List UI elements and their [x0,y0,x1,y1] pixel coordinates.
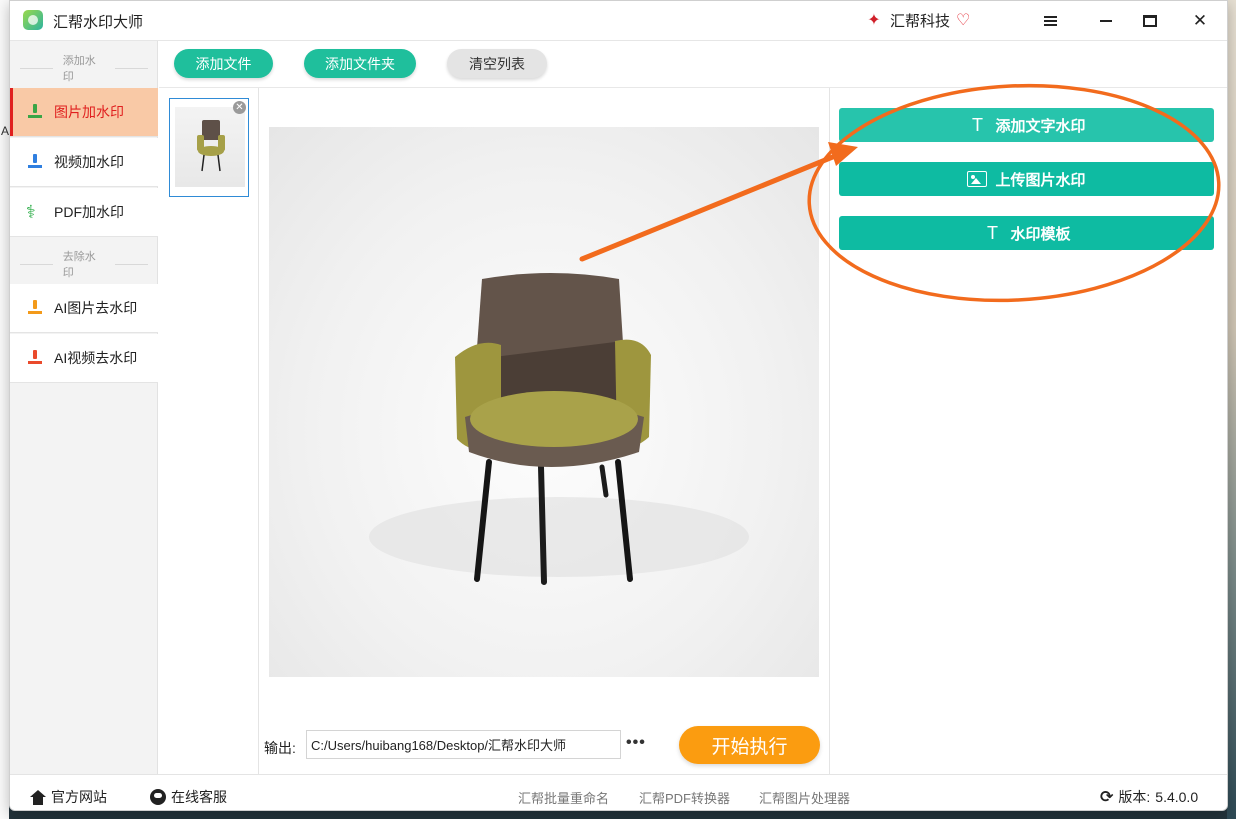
desktop-glyph: A [1,124,10,138]
output-path-input[interactable] [306,730,621,759]
sidebar-item-video-watermark[interactable]: 视频加水印 [10,138,158,187]
online-support-link[interactable]: 在线客服 [150,787,227,807]
brand-logo-icon: ✦ [867,11,881,29]
file-thumbnail[interactable]: ✕ [169,98,249,197]
maximize-icon [1143,15,1157,27]
official-website-label: 官方网站 [51,789,107,805]
brand[interactable]: ✦ 汇帮科技 ♡ [864,10,974,31]
sidebar-section-remove: 去除水印 [10,251,158,279]
sidebar-item-pdf-watermark[interactable]: ⚕ PDF加水印 [10,188,158,237]
start-button[interactable]: 开始执行 [679,726,820,764]
image-icon [967,171,988,187]
brand-name: 汇帮科技 [890,13,951,30]
sidebar: 添加水印 图片加水印 视频加水印 ⚕ PDF加水印 去除水印 AI图片去水印 A… [10,41,158,774]
clear-list-button[interactable]: 清空列表 [447,49,547,78]
hamburger-icon [1043,16,1057,26]
app-title: 汇帮水印大师 [53,14,144,31]
sidebar-item-ai-video-remove[interactable]: AI视频去水印 [10,334,158,383]
link-image-processor[interactable]: 汇帮图片处理器 [759,788,850,807]
sidebar-item-ai-image-remove[interactable]: AI图片去水印 [10,284,158,333]
add-text-watermark-button[interactable]: T 添加文字水印 [839,108,1214,142]
version-info[interactable]: ⟳ 版本: 5.4.0.0 [1100,787,1198,807]
output-label: 输出: [264,740,296,756]
add-folder-button[interactable]: 添加文件夹 [304,49,416,78]
minimize-button[interactable] [1084,6,1128,36]
close-icon: ✕ [1192,11,1208,30]
minimize-icon [1100,20,1112,22]
image-preview [269,127,819,677]
watermark-template-button[interactable]: T 水印模板 [839,216,1214,250]
add-file-button[interactable]: 添加文件 [174,49,273,78]
maximize-button[interactable] [1128,6,1172,36]
thumbnail-image [175,107,245,187]
sidebar-item-label: PDF加水印 [54,204,124,220]
text-icon: T [986,223,998,243]
upload-icon [26,153,44,171]
desktop-left-strip: A [0,0,9,819]
sidebar-item-label: 图片加水印 [54,104,124,120]
upload-image-watermark-label: 上传图片水印 [995,171,1086,189]
toolbar-divider [159,87,1227,88]
add-text-watermark-label: 添加文字水印 [995,117,1086,135]
sidebar-item-image-watermark[interactable]: 图片加水印 [10,88,158,137]
upload-icon [26,103,44,121]
upload-icon [26,299,44,317]
link-batch-rename[interactable]: 汇帮批量重命名 [518,788,609,807]
file-list: ✕ [159,88,259,774]
support-agent-icon [150,789,166,805]
official-website-link[interactable]: 官方网站 [30,787,107,807]
status-bar: 官方网站 在线客服 汇帮批量重命名 汇帮PDF转换器 汇帮图片处理器 ⟳ 版本:… [10,774,1227,810]
pdf-icon: ⚕ [26,202,36,222]
menu-button[interactable] [1028,6,1072,36]
title-bar: 汇帮水印大师 ✦ 汇帮科技 ♡ ✕ [10,1,1227,41]
version-label: 版本: [1118,789,1151,805]
online-support-label: 在线客服 [171,789,227,805]
upload-icon [26,349,44,367]
sidebar-item-label: AI图片去水印 [54,300,138,316]
link-pdf-converter[interactable]: 汇帮PDF转换器 [639,788,730,807]
app-window: 汇帮水印大师 ✦ 汇帮科技 ♡ ✕ 添加水印 图片加水印 视频加水印 ⚕ PDF… [9,0,1228,811]
home-icon [30,789,46,805]
sidebar-section-add: 添加水印 [10,55,158,83]
close-button[interactable]: ✕ [1178,6,1222,36]
text-add-icon: T [971,115,983,135]
upload-image-watermark-button[interactable]: 上传图片水印 [839,162,1214,196]
desktop-right-strip [1227,0,1236,819]
refresh-icon: ⟳ [1100,789,1114,806]
sidebar-item-label: AI视频去水印 [54,350,138,366]
browse-output-button[interactable]: ••• [626,734,646,752]
heart-icon: ♡ [956,11,971,29]
sidebar-item-label: 视频加水印 [54,154,124,170]
watermark-template-label: 水印模板 [1010,225,1071,243]
version-number: 5.4.0.0 [1155,789,1199,805]
app-logo-icon [23,10,43,30]
remove-file-icon[interactable]: ✕ [233,101,246,114]
panel-divider [829,88,830,774]
